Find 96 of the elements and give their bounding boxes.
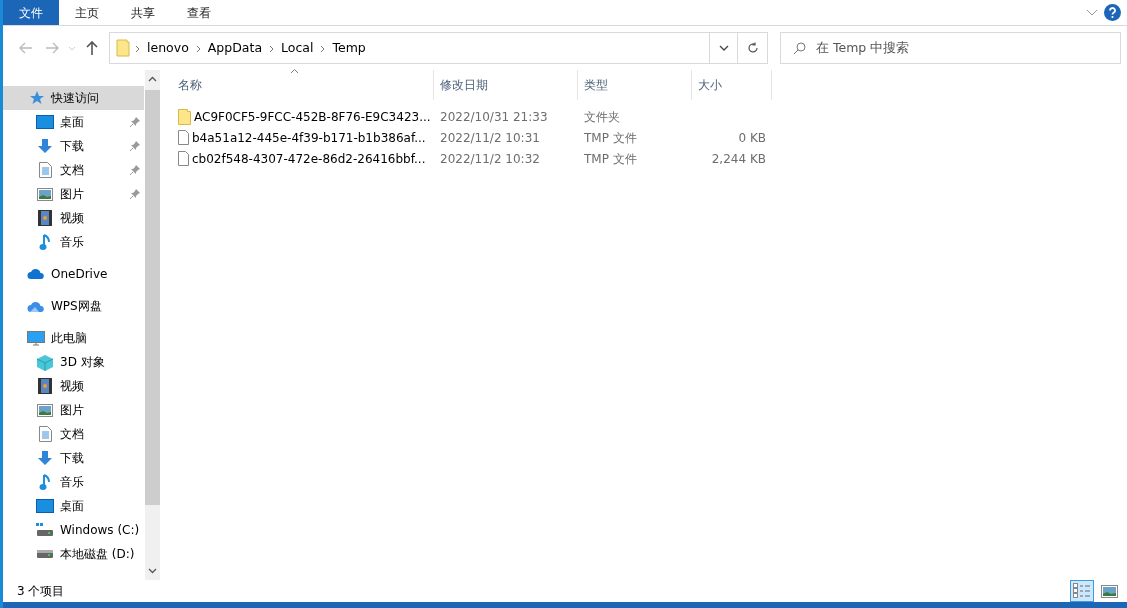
sidebar-label: 3D 对象 [60, 354, 106, 371]
breadcrumb-item[interactable]: lenovo [142, 38, 194, 58]
search-icon [793, 41, 806, 55]
scroll-down-icon[interactable] [148, 568, 157, 574]
sidebar-item[interactable]: 视频 [3, 374, 144, 398]
drive-icon [36, 523, 54, 537]
sidebar-label: 桌面 [60, 498, 85, 515]
sidebar-item[interactable]: 文档 [3, 158, 144, 182]
breadcrumb-item[interactable]: Temp [327, 38, 371, 58]
cube-icon [36, 353, 54, 371]
sidebar-item[interactable]: 桌面 [3, 110, 144, 134]
sidebar-item[interactable]: 文档 [3, 422, 144, 446]
modified-date: 2022/10/31 21:33 [440, 109, 548, 124]
sidebar-label: OneDrive [51, 266, 109, 283]
document-icon [36, 162, 54, 178]
breadcrumb-item[interactable]: AppData [202, 38, 268, 58]
download-arrow-icon [36, 138, 54, 154]
sidebar-item[interactable]: 视频 [3, 206, 144, 230]
sidebar-item[interactable]: 3D 对象 [3, 350, 144, 374]
sidebar-item[interactable]: 音乐 [3, 230, 144, 254]
sidebar-label: 音乐 [60, 234, 85, 251]
sidebar-label: 图片 [60, 402, 85, 419]
sidebar-item[interactable]: 图片 [3, 182, 144, 206]
file-size: 0 KB [738, 130, 766, 145]
sidebar-item[interactable]: 此电脑 [3, 326, 144, 350]
file-name[interactable]: cb02f548-4307-472e-86d2-26416bbf... [192, 149, 426, 168]
item-count: 3 个项目 [17, 583, 65, 600]
chevron-icon[interactable] [1086, 8, 1098, 17]
monitor-icon [27, 330, 45, 346]
cloud-icon [27, 299, 45, 313]
sidebar-label: 下载 [60, 450, 85, 467]
sidebar-item[interactable]: 图片 [3, 398, 144, 422]
sidebar-label: 音乐 [60, 474, 85, 491]
file-type: TMP 文件 [584, 130, 637, 145]
sidebar-item[interactable]: 快速访问 [3, 86, 144, 110]
sidebar-label: 文档 [60, 162, 85, 179]
column-header[interactable]: 类型 [578, 70, 692, 100]
sidebar-label: 视频 [60, 378, 85, 395]
help-icon[interactable] [1104, 4, 1121, 21]
sidebar-label: 快速访问 [51, 90, 100, 107]
picture-icon [36, 187, 54, 201]
breadcrumb-item[interactable]: Local [276, 38, 319, 58]
film-icon [36, 378, 54, 394]
sidebar-item[interactable]: OneDrive [3, 262, 144, 286]
modified-date: 2022/11/2 10:31 [440, 130, 540, 145]
sidebar-item[interactable]: Windows (C:) [3, 518, 144, 542]
sidebar-label: 桌面 [60, 114, 85, 131]
film-icon [36, 210, 54, 226]
sidebar-label: 下载 [60, 138, 85, 155]
file-name[interactable]: b4a51a12-445e-4f39-b171-b1b386af... [192, 128, 426, 147]
sidebar-item[interactable]: 下载 [3, 134, 144, 158]
dropdown-button[interactable] [710, 32, 738, 64]
chevron-icon [68, 45, 76, 51]
sidebar-item[interactable]: WPS网盘 [3, 294, 144, 318]
drive-icon [36, 549, 54, 559]
scrollbar[interactable] [145, 70, 160, 580]
refresh-button[interactable] [738, 32, 768, 64]
sidebar-label: 本地磁盘 (D:) [60, 546, 136, 563]
scroll-up-icon[interactable] [148, 76, 157, 82]
sidebar-label: WPS网盘 [51, 298, 103, 315]
refresh-icon [746, 42, 759, 54]
desktop-icon [36, 115, 54, 129]
cloud-icon [27, 268, 45, 280]
desktop-icon [36, 499, 54, 513]
sidebar-item[interactable]: 下载 [3, 446, 144, 470]
sidebar-label: Windows (C:) [60, 522, 140, 539]
modified-date: 2022/11/2 10:32 [440, 151, 540, 166]
sidebar-item[interactable]: 音乐 [3, 470, 144, 494]
column-header[interactable]: 名称 [172, 70, 434, 100]
folder-icon [116, 39, 130, 57]
file-type: 文件夹 [584, 109, 620, 124]
folder-icon [178, 108, 191, 125]
search-box[interactable]: 在 Temp 中搜索 [780, 32, 1121, 64]
sidebar-label: 视频 [60, 210, 85, 227]
up-arrow-icon [86, 41, 98, 55]
back-arrow-icon [19, 42, 33, 54]
download-arrow-icon [36, 450, 54, 466]
forward-arrow-icon [45, 42, 59, 54]
sidebar-label: 文档 [60, 426, 85, 443]
chevron-icon [718, 45, 729, 51]
file-size: 2,244 KB [711, 151, 766, 166]
document-icon [36, 426, 54, 442]
details-view-button[interactable] [1070, 580, 1094, 602]
column-header[interactable]: 大小 [692, 70, 772, 100]
sidebar-item[interactable]: 本地磁盘 (D:) [3, 542, 144, 566]
file-icon [178, 130, 189, 145]
address-bar[interactable]: lenovo AppData Local Temp [109, 32, 710, 64]
ribbon-tab[interactable]: 文件 [3, 0, 59, 25]
sidebar-item[interactable]: 桌面 [3, 494, 144, 518]
sidebar-label: 此电脑 [51, 330, 88, 347]
file-type: TMP 文件 [584, 151, 637, 166]
column-header[interactable]: 修改日期 [434, 70, 578, 100]
file-name[interactable]: AC9F0CF5-9FCC-452B-8F76-E9C3423... [194, 107, 431, 126]
sidebar-label: 图片 [60, 186, 85, 203]
picture-icon [36, 403, 54, 417]
file-icon [178, 151, 189, 166]
